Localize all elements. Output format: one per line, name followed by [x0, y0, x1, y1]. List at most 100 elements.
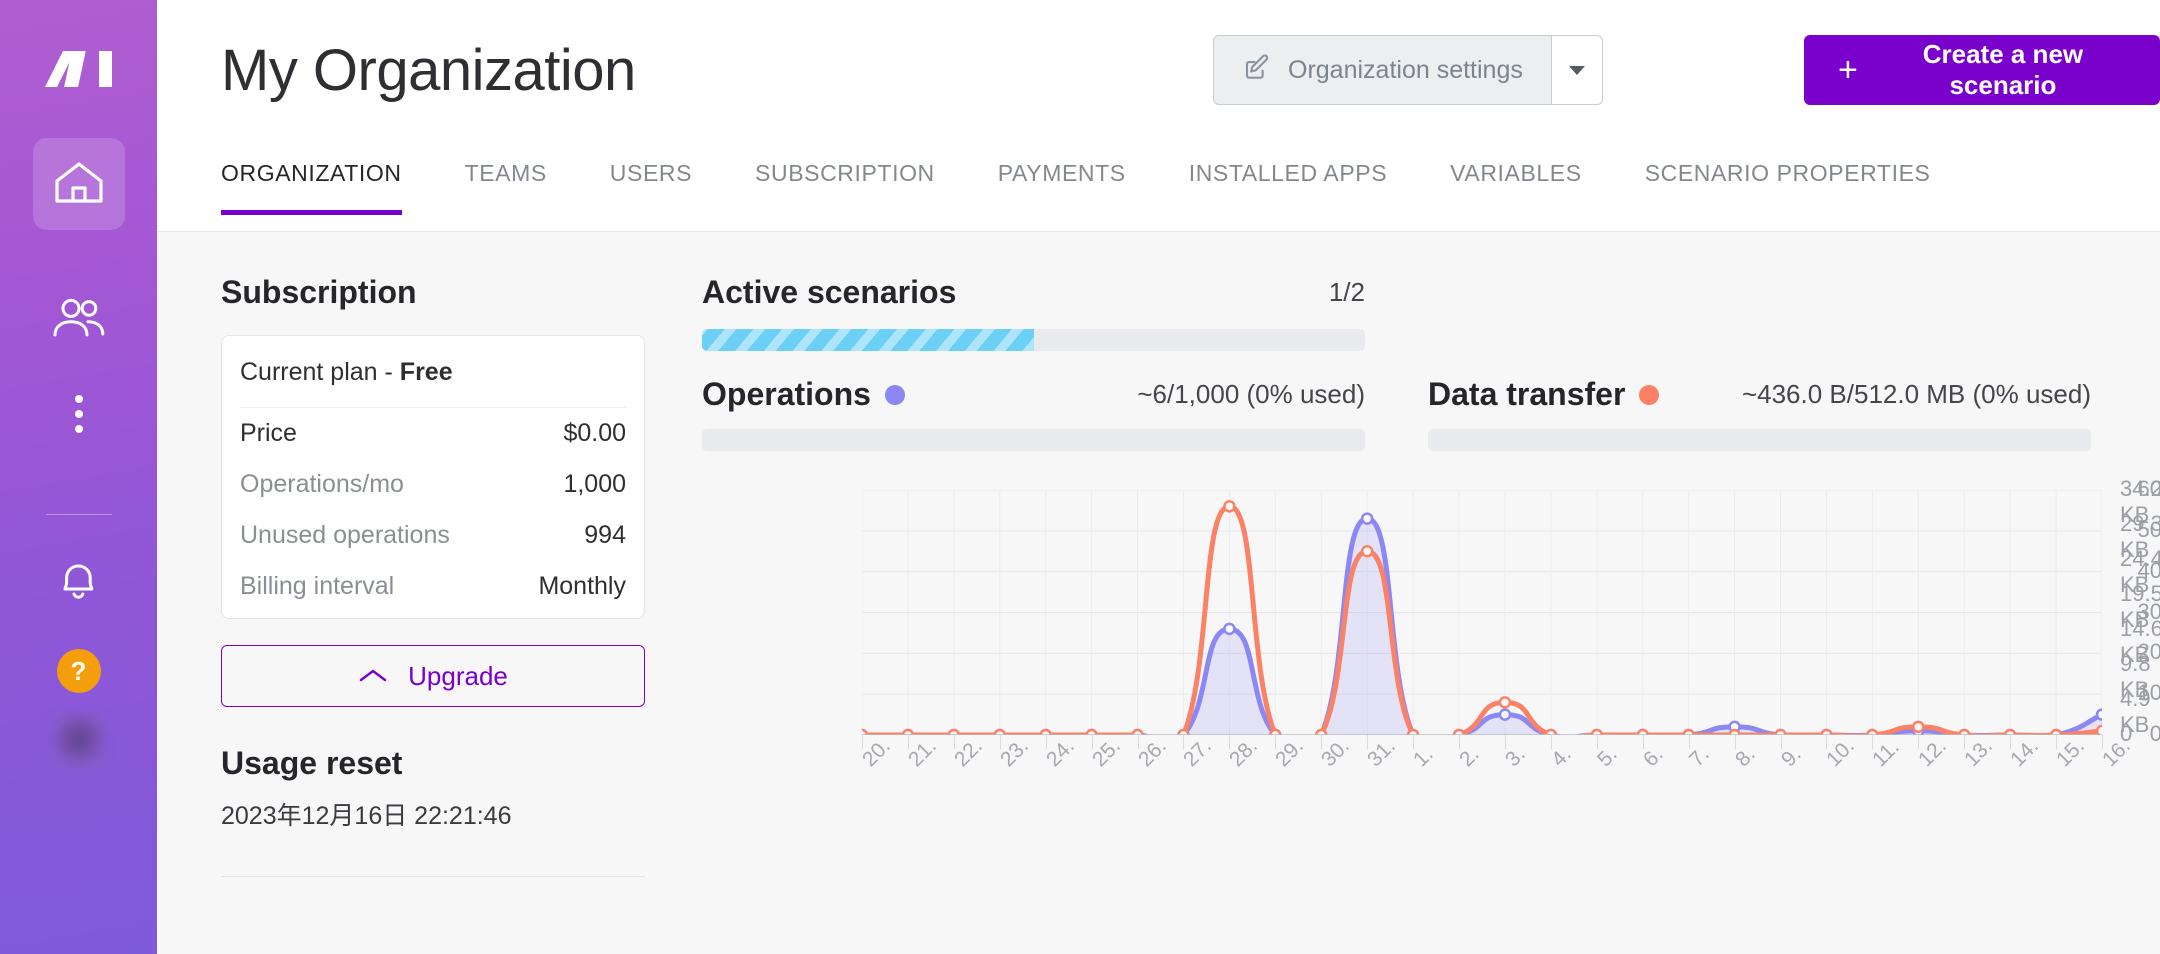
chart-x-tick-mark: [1504, 735, 1506, 749]
organization-settings-button[interactable]: Organization settings: [1213, 35, 1551, 105]
chart-x-tick-mark: [907, 735, 909, 749]
tab-subscription[interactable]: SUBSCRIPTION: [755, 160, 935, 215]
more-vertical-icon: [74, 395, 83, 433]
sidebar-item-more[interactable]: [33, 368, 125, 460]
tab-installed-apps[interactable]: INSTALLED APPS: [1189, 160, 1387, 215]
chart-x-tick-mark: [1596, 735, 1598, 749]
chart-x-tick-mark: [1780, 735, 1782, 749]
subscription-row-billing-key: Billing interval: [240, 572, 395, 600]
sidebar-item-notifications[interactable]: [33, 537, 125, 629]
app-root: ? My Organization Organization settings: [0, 0, 2160, 954]
chart-x-tick-label: 10.: [1822, 734, 1860, 772]
active-scenarios-progress-fill: [702, 329, 1034, 351]
tab-users[interactable]: USERS: [610, 160, 692, 215]
chart-x-tick-mark: [1275, 735, 1277, 749]
current-plan-row: Current plan - Free: [240, 336, 626, 408]
upgrade-button[interactable]: Upgrade: [221, 645, 645, 707]
create-new-scenario-button[interactable]: + Create a new scenario: [1804, 35, 2160, 105]
data-transfer-title: Data transfer: [1428, 376, 1660, 413]
chart-x-tick-mark: [999, 735, 1001, 749]
subscription-row-operations: Operations/mo 1,000: [240, 459, 626, 510]
subscription-row-billing-value: Monthly: [538, 572, 626, 600]
subscription-card: Current plan - Free Price $0.00 Operatio…: [221, 335, 645, 619]
chart-x-tick-mark: [1964, 735, 1966, 749]
subscription-row-price-key: Price: [240, 419, 297, 447]
current-plan-prefix: Current plan -: [240, 358, 400, 386]
chart-x-tick-mark: [1091, 735, 1093, 749]
sidebar-item-help[interactable]: ?: [56, 649, 101, 693]
subscription-row-price-value: $0.00: [563, 419, 626, 447]
chart-x-tick-mark: [1642, 735, 1644, 749]
make-logo-icon[interactable]: [43, 38, 115, 100]
chart-x-tick-mark: [2102, 735, 2103, 749]
organization-settings-dropdown-button[interactable]: [1550, 35, 1603, 105]
users-icon: [52, 298, 106, 343]
data-transfer-progress-bar: [1428, 429, 2091, 451]
avatar[interactable]: [51, 715, 106, 769]
operations-label-row: Operations ~6/1,000 (0% used): [702, 376, 1365, 413]
chart-x-tick-label: 29.: [1271, 734, 1309, 772]
operations-title-label: Operations: [702, 376, 871, 412]
tab-teams[interactable]: TEAMS: [465, 160, 547, 215]
chart-x-tick-label: 27.: [1179, 734, 1217, 772]
tab-bar: ORGANIZATION TEAMS USERS SUBSCRIPTION PA…: [221, 160, 1930, 215]
page-title: My Organization: [221, 38, 636, 103]
org-settings-group: Organization settings: [1213, 35, 1603, 105]
tab-scenario-properties[interactable]: SCENARIO PROPERTIES: [1645, 160, 1931, 215]
sidebar-item-teams[interactable]: [33, 274, 125, 366]
chart-x-tick-label: 12.: [1914, 734, 1952, 772]
operations-value: ~6/1,000 (0% used): [1137, 379, 1365, 409]
plus-icon: +: [1838, 51, 1858, 89]
data-transfer-label-row: Data transfer ~436.0 B/512.0 MB (0% used…: [1428, 376, 2091, 413]
subscription-row-operations-key: Operations/mo: [240, 470, 404, 498]
subscription-heading: Subscription: [221, 274, 417, 310]
subscription-row-operations-value: 1,000: [563, 470, 626, 498]
chart-x-tick-mark: [1826, 735, 1828, 749]
tab-payments[interactable]: PAYMENTS: [998, 160, 1126, 215]
data-transfer-value: ~436.0 B/512.0 MB (0% used): [1741, 379, 2091, 409]
usage-reset-date: 2023年12月16日 22:21:46: [221, 802, 512, 830]
active-scenarios-meter: Active scenarios 1/2: [702, 274, 1365, 351]
chart-x-tick-mark: [1045, 735, 1047, 749]
question-mark-icon: ?: [70, 655, 87, 686]
subscription-row-unused-key: Unused operations: [240, 521, 450, 549]
usage-chart: 0 10 20 30 40 50 60 0 4.9 KB 9.8 KB 14.6 KB 19.5 K…: [672, 476, 2160, 822]
data-transfer-meter: Data transfer ~436.0 B/512.0 MB (0% used…: [1428, 376, 2091, 451]
current-plan-name: Free: [399, 358, 453, 386]
chart-x-tick-label: 23.: [995, 734, 1033, 772]
chart-x-tick-mark: [1459, 735, 1461, 749]
tab-organization[interactable]: ORGANIZATION: [221, 160, 402, 215]
chart-x-tick-label: 20.: [858, 734, 895, 772]
sidebar-divider: [45, 514, 112, 515]
chart-x-tick-mark: [1183, 735, 1185, 749]
chart-x-tick-mark: [953, 735, 955, 749]
operations-meter: Operations ~6/1,000 (0% used): [702, 376, 1365, 451]
chart-x-tick-mark: [1872, 735, 1874, 749]
active-scenarios-progress-bar: [702, 329, 1365, 351]
chart-x-tick-mark: [1734, 735, 1736, 749]
chart-x-tick-mark: [1688, 735, 1690, 749]
tab-variables[interactable]: VARIABLES: [1450, 160, 1582, 215]
chart-y-tick-right: 34.2 KB: [2120, 476, 2160, 527]
chart-x-tick-mark: [1137, 735, 1139, 749]
subscription-row-unused: Unused operations 994: [240, 510, 626, 561]
create-new-scenario-label: Create a new scenario: [1922, 39, 2084, 100]
upgrade-label: Upgrade: [408, 660, 508, 691]
subscription-row-unused-value: 994: [584, 521, 626, 549]
chart-x-tick-label: 11.: [1868, 735, 1905, 772]
chart-x-tick-mark: [1550, 735, 1552, 749]
main-content: Subscription Current plan - Free Price $…: [157, 232, 2160, 954]
subscription-row-billing: Billing interval Monthly: [240, 561, 626, 618]
sidebar-item-home[interactable]: [32, 138, 125, 230]
chart-x-tick-label: 26.: [1133, 734, 1171, 772]
home-icon: [53, 159, 105, 210]
chart-x-tick-mark: [1321, 735, 1323, 749]
organization-settings-label: Organization settings: [1288, 55, 1523, 84]
chevron-down-icon: [1568, 65, 1585, 75]
chart-x-tick-mark: [1229, 735, 1231, 749]
chart-x-tick-mark: [1367, 735, 1369, 749]
chart-x-tick-mark: [1413, 735, 1415, 749]
primary-sidebar: ?: [0, 0, 157, 954]
bell-icon: [56, 558, 102, 609]
chart-x-tick-label: 31.: [1363, 734, 1401, 772]
